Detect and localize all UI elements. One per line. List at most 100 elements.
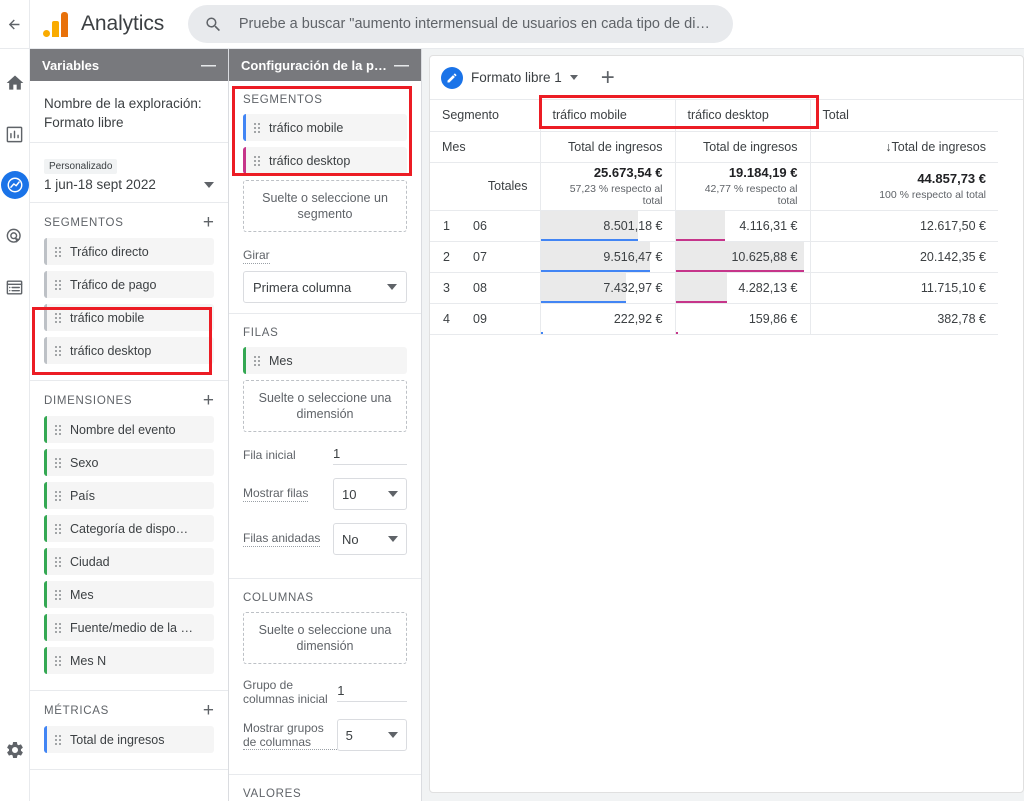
reports-bar-chart-icon[interactable] — [1, 120, 29, 148]
table-metric-header-row: Mes Total de ingresos Total de ingresos … — [430, 131, 999, 163]
minimize-icon[interactable]: — — [201, 57, 216, 74]
variable-dimension-item[interactable]: Categoría de dispo… — [44, 515, 214, 542]
variable-segment-item-desktop[interactable]: tráfico desktop — [44, 337, 214, 364]
segment-dropzone[interactable]: Suelte o seleccione un segmento — [243, 180, 407, 232]
date-range-section[interactable]: Personalizado 1 jun-18 sept 2022 — [30, 143, 228, 203]
show-rows-field[interactable]: Mostrar filas 10 — [243, 478, 407, 510]
variable-segment-item[interactable]: Tráfico de pago — [44, 271, 214, 298]
drag-handle-icon[interactable] — [54, 589, 62, 600]
drag-handle-icon[interactable] — [253, 355, 261, 366]
drag-handle-icon[interactable] — [54, 312, 62, 323]
rows-dropzone[interactable]: Suelte o seleccione una dimensión — [243, 380, 407, 432]
settings-rows-title: FILAS — [243, 327, 279, 339]
pivot-select[interactable]: Primera columna — [243, 271, 407, 303]
segment-color-bar — [243, 147, 246, 174]
metric-header-total-sorted[interactable]: ↓Total de ingresos — [809, 131, 999, 163]
variable-metric-item[interactable]: Total de ingresos — [44, 726, 214, 753]
drag-handle-icon[interactable] — [54, 345, 62, 356]
row-dimension-item[interactable]: Mes — [243, 347, 407, 374]
row-cell-desktop: 10.625,88 € — [674, 241, 811, 273]
chevron-down-icon — [387, 284, 397, 290]
variable-dimension-item[interactable]: Fuente/medio de la … — [44, 614, 214, 641]
variable-dimension-item[interactable]: Sexo — [44, 449, 214, 476]
add-tab-plus-icon[interactable]: + — [601, 65, 615, 90]
drag-handle-icon[interactable] — [54, 490, 62, 501]
show-column-groups-value: 5 — [345, 727, 353, 743]
advertising-target-icon[interactable] — [1, 222, 29, 250]
show-rows-label: Mostrar filas — [243, 486, 309, 502]
variable-segment-item[interactable]: Tráfico directo — [44, 238, 214, 265]
segment-label: tráfico mobile — [269, 120, 344, 135]
table-row[interactable]: 2 07 9.516,47 € 10.625,88 € 20.142,35 € — [430, 241, 999, 273]
collapse-left-icon[interactable] — [0, 0, 30, 49]
add-dimension-plus-icon[interactable]: + — [203, 391, 214, 410]
row-value-desktop: 4.282,13 € — [738, 280, 798, 295]
dimension-color-bar — [44, 515, 47, 542]
segment-column-mobile[interactable]: tráfico mobile — [539, 100, 676, 132]
search-bar[interactable]: Pruebe a buscar "aumento intermensual de… — [188, 5, 734, 43]
start-row-value[interactable]: 1 — [333, 446, 407, 465]
chevron-down-icon[interactable] — [204, 181, 214, 188]
date-range-value[interactable]: 1 jun-18 sept 2022 — [44, 177, 156, 192]
metric-label: Total de ingresos — [70, 732, 165, 747]
gear-icon[interactable] — [1, 736, 29, 764]
drag-handle-icon[interactable] — [54, 279, 62, 290]
show-rows-select[interactable]: 10 — [333, 478, 407, 510]
tab-formato-libre-1[interactable]: Formato libre 1 — [439, 66, 587, 89]
segment-column-desktop[interactable]: tráfico desktop — [674, 100, 811, 132]
drag-handle-icon[interactable] — [54, 246, 62, 257]
drag-handle-icon[interactable] — [54, 556, 62, 567]
drag-handle-icon[interactable] — [54, 424, 62, 435]
dimension-label: Fuente/medio de la … — [70, 620, 193, 635]
show-column-groups-select[interactable]: 5 — [336, 719, 407, 751]
start-column-group-field[interactable]: Grupo de columnas inicial 1 — [243, 678, 407, 706]
chevron-down-icon[interactable] — [569, 75, 578, 80]
drag-handle-icon[interactable] — [54, 622, 62, 633]
row-index: 1 — [430, 210, 463, 242]
totals-percent: 42,77 % respecto al total — [704, 183, 798, 207]
drag-handle-icon[interactable] — [253, 122, 261, 133]
settings-segment-desktop[interactable]: tráfico desktop — [243, 147, 407, 174]
settings-segment-mobile[interactable]: tráfico mobile — [243, 114, 407, 141]
variable-dimension-item[interactable]: Ciudad — [44, 548, 214, 575]
totals-percent: 57,23 % respecto al total — [569, 183, 663, 207]
variable-segment-item-mobile[interactable]: tráfico mobile — [44, 304, 214, 331]
drag-handle-icon[interactable] — [54, 655, 62, 666]
settings-segments-title: SEGMENTOS — [243, 94, 323, 106]
segment-column-total[interactable]: Total — [809, 100, 999, 132]
nested-rows-field[interactable]: Filas anidadas No — [243, 523, 407, 555]
row-dimension-value: 06 — [463, 210, 541, 242]
variable-dimension-item[interactable]: Nombre del evento — [44, 416, 214, 443]
start-column-group-value[interactable]: 1 — [337, 683, 407, 702]
library-list-icon[interactable] — [1, 273, 29, 301]
start-row-field[interactable]: Fila inicial 1 — [243, 446, 407, 465]
variable-dimension-item[interactable]: Mes N — [44, 647, 214, 674]
columns-dropzone[interactable]: Suelte o seleccione una dimensión — [243, 612, 407, 664]
table-row[interactable]: 4 09 222,92 € 159,86 € 382,78 € — [430, 303, 999, 335]
home-icon[interactable] — [1, 69, 29, 97]
explore-compass-icon[interactable] — [0, 171, 29, 199]
add-segment-plus-icon[interactable]: + — [203, 213, 214, 232]
drag-handle-icon[interactable] — [54, 734, 62, 745]
drag-handle-icon[interactable] — [54, 523, 62, 534]
metric-header-desktop[interactable]: Total de ingresos — [674, 131, 811, 163]
variable-dimension-item[interactable]: Mes — [44, 581, 214, 608]
show-column-groups-field[interactable]: Mostrar grupos de columnas 5 — [243, 719, 407, 751]
report-card: Formato libre 1 + Segmento tráfico mobil… — [429, 55, 1024, 793]
nested-rows-select[interactable]: No — [333, 523, 407, 555]
minimize-icon[interactable]: — — [394, 57, 409, 74]
drag-handle-icon[interactable] — [54, 457, 62, 468]
variable-dimension-item[interactable]: País — [44, 482, 214, 509]
search-input[interactable]: Pruebe a buscar "aumento intermensual de… — [239, 16, 717, 32]
exploration-name-value[interactable]: Formato libre — [44, 113, 214, 132]
metric-header-mobile[interactable]: Total de ingresos — [539, 131, 676, 163]
dimension-color-bar — [243, 347, 246, 374]
drag-handle-icon[interactable] — [253, 155, 261, 166]
add-metric-plus-icon[interactable]: + — [203, 701, 214, 720]
totals-cell-total: 44.857,73 € 100 % respecto al total — [809, 162, 999, 211]
table-row[interactable]: 1 06 8.501,18 € 4.116,31 € 12.617,50 € — [430, 210, 999, 242]
table-row[interactable]: 3 08 7.432,97 € 4.282,13 € 11.715,10 € — [430, 272, 999, 304]
row-value-mobile: 222,92 € — [613, 311, 663, 326]
top-bar: Analytics Pruebe a buscar "aumento inter… — [0, 0, 1024, 49]
left-nav-rail — [0, 49, 30, 801]
